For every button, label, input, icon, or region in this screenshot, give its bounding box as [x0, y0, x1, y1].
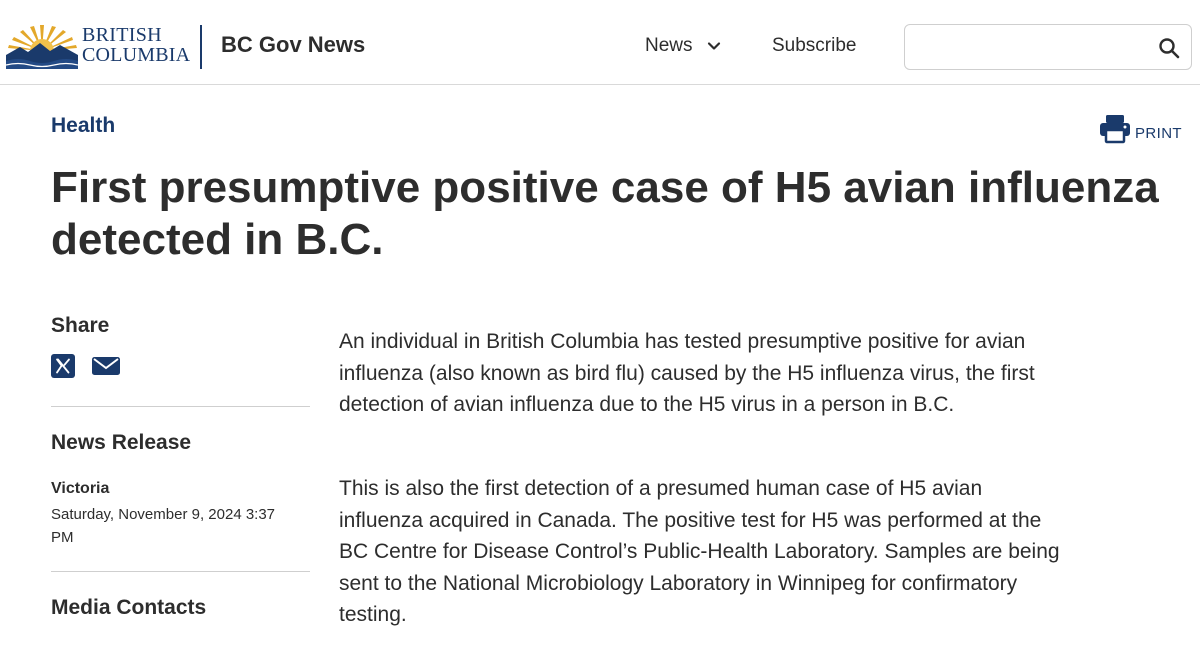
search-input[interactable] [915, 31, 1145, 63]
logo-line-2: COLUMBIA [82, 44, 191, 66]
header-divider [200, 25, 202, 69]
release-location: Victoria [51, 480, 110, 497]
nav-news-label: News [645, 35, 693, 56]
printer-icon [1100, 115, 1130, 144]
article-category-link[interactable]: Health [51, 114, 115, 138]
article-paragraph: This is also the first detection of a pr… [339, 477, 1060, 626]
release-date: Saturday, November 9, 2024 3:37 PM [51, 506, 276, 546]
search-icon[interactable] [1157, 36, 1181, 60]
site-title[interactable]: BC Gov News [221, 32, 365, 58]
search-box [904, 24, 1192, 70]
print-label: PRINT [1135, 124, 1182, 142]
nav-subscribe-link[interactable]: Subscribe [772, 35, 857, 57]
nav-news-dropdown[interactable]: News [645, 35, 721, 57]
share-icons [51, 354, 137, 378]
bc-logo-sun-icon [6, 25, 78, 69]
print-button[interactable]: PRINT [1098, 114, 1182, 144]
media-contacts-heading: Media Contacts [51, 596, 207, 619]
chevron-down-icon [707, 42, 720, 50]
share-heading: Share [51, 314, 110, 337]
logo-wordmark: BRITISH COLUMBIA [82, 25, 190, 65]
email-icon[interactable] [92, 354, 120, 378]
x-icon[interactable] [51, 354, 75, 378]
sidebar-divider [51, 406, 310, 407]
logo-line-1: BRITISH [82, 24, 162, 46]
article-headline: First presumptive positive case of H5 av… [51, 163, 1159, 264]
article-paragraph: An individual in British Columbia has te… [339, 330, 1035, 416]
sidebar-divider [51, 571, 310, 572]
bc-logo[interactable]: BRITISH COLUMBIA [6, 20, 190, 70]
site-header: BRITISH COLUMBIA BC Gov News News Subscr… [0, 0, 1200, 85]
release-type-heading: News Release [51, 431, 192, 454]
